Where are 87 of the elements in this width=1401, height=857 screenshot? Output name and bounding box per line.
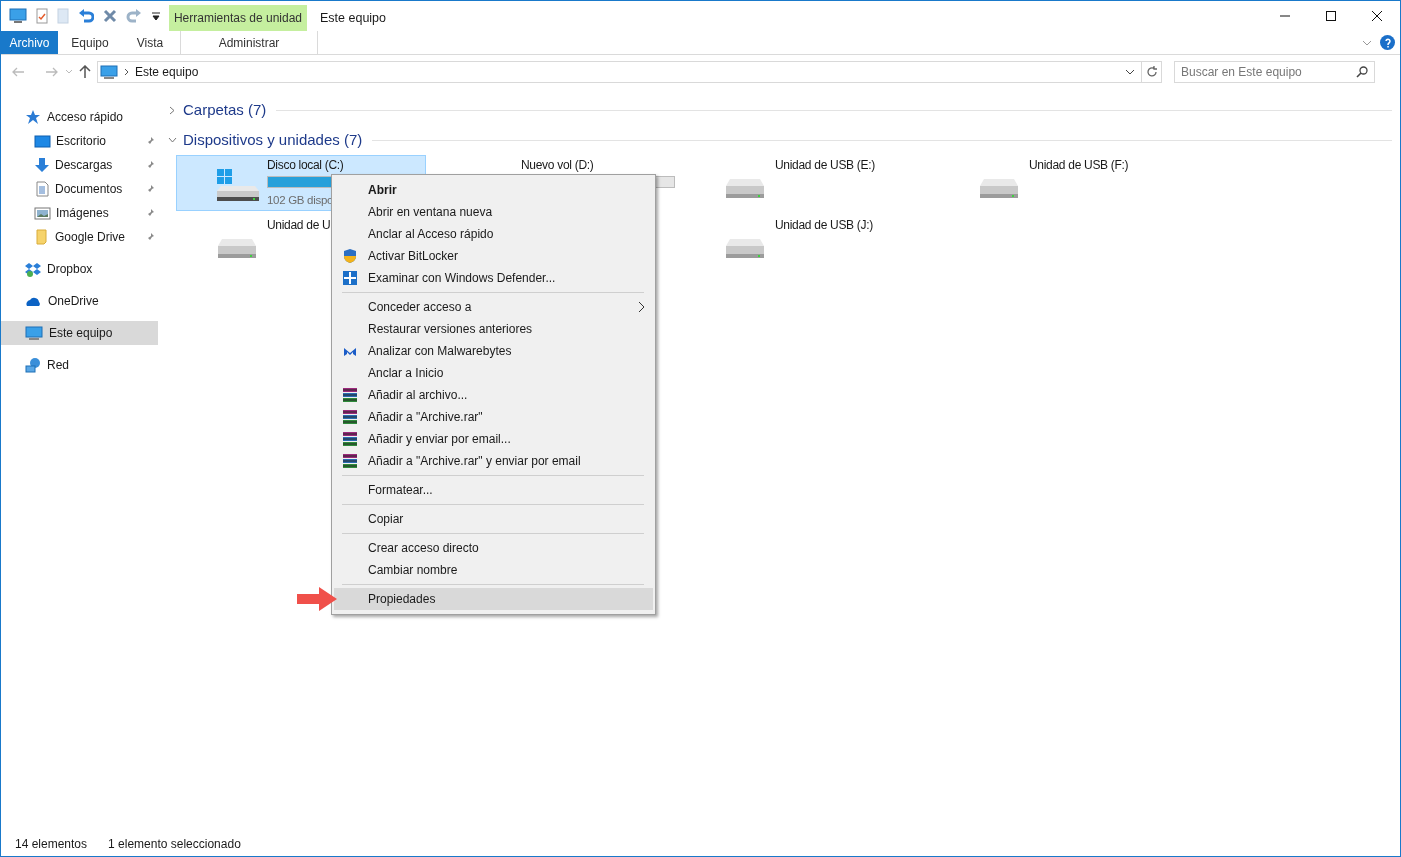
drive-name: Unidad de U [267,219,331,232]
customize-caret-icon [151,11,161,21]
expanded-chevron-icon [168,135,177,145]
menu-item[interactable]: Propiedades [334,588,653,610]
checklist-icon [36,8,48,24]
address-path: Este equipo [135,64,199,81]
sidebar-item[interactable]: Dropbox [1,257,158,281]
sidebar-item[interactable]: Este equipo [1,321,158,345]
drive-tile[interactable]: Unidad de USB (J:) [684,215,934,271]
image-icon [34,205,51,221]
network-icon [25,357,41,373]
blank-page-icon [57,8,69,24]
back-arrow-icon [11,66,25,78]
breadcrumb-chevron-icon [124,68,129,76]
sidebar-item[interactable]: Descargas [1,153,158,177]
menu-item[interactable]: Cambiar nombre [334,559,653,581]
maximize-icon [1325,10,1337,22]
item-count: 14 elementos [15,836,88,853]
up-arrow-icon [79,65,91,79]
drive-name: Unidad de USB (J:) [775,219,873,232]
drive-name: Unidad de USB (F:) [1029,159,1129,172]
menu-item[interactable]: Formatear... [334,479,653,501]
window-title: Este equipo [319,10,387,27]
ribbon-tab[interactable]: Vista [122,31,178,54]
drive-name: Disco local (C:) [267,159,344,172]
history-caret-icon [65,69,73,75]
document-icon [34,181,50,197]
down-arrow-icon [34,157,50,173]
shield-icon [342,248,358,264]
folder-icon [34,229,50,245]
books-stack-icon [342,453,358,469]
books-stack-icon [342,431,358,447]
forward-arrow-icon [45,66,59,78]
undo-icon [78,8,94,24]
books-stack-icon [342,387,358,403]
address-field[interactable]: Este equipo [97,61,1162,83]
dropdown-caret-icon [1125,69,1135,75]
menu-item[interactable]: Analizar con Malwarebytes [334,340,653,362]
menu-item[interactable]: Restaurar versiones anteriores [334,318,653,340]
computer-icon [9,8,27,24]
books-stack-icon [342,409,358,425]
drive-tile[interactable]: Unidad de USB (E:) [684,155,934,211]
sidebar-item[interactable]: Documentos [1,177,158,201]
menu-item[interactable]: Añadir a "Archive.rar" [334,406,653,428]
expand-ribbon-icon [1362,39,1372,46]
help-button[interactable] [1380,35,1395,50]
menu-item[interactable]: Copiar [334,508,653,530]
ribbon-tab[interactable]: Archivo [1,31,58,54]
search-field[interactable]: Buscar en Este equipo [1174,61,1375,83]
selection-count: 1 elemento seleccionado [108,836,241,853]
redo-icon [126,8,142,24]
drive-name: Nuevo vol (D:) [521,159,594,172]
desktop-icon [34,133,51,149]
delete-icon [103,9,117,23]
sidebar-item[interactable]: Imágenes [1,201,158,225]
shield-square-icon [342,270,358,286]
menu-item[interactable]: Conceder acceso a [334,296,653,318]
section-header[interactable]: Dispositivos y unidades (7) [168,128,363,152]
menu-item[interactable]: Anclar al Acceso rápido [334,223,653,245]
sidebar-item[interactable]: Red [1,353,158,377]
sidebar-item[interactable]: Escritorio [1,129,158,153]
star-icon [25,109,41,125]
menu-item[interactable]: Examinar con Windows Defender... [334,267,653,289]
ribbon-tab[interactable]: Administrar [180,31,318,54]
menu-item[interactable]: Añadir a "Archive.rar" y enviar por email [334,450,653,472]
computer-icon [100,64,118,80]
ribbon-tab[interactable]: Equipo [58,31,122,54]
sidebar-item[interactable]: Google Drive [1,225,158,249]
section-header[interactable]: Carpetas (7) [168,98,267,122]
drive-tile[interactable]: Unidad de USB (F:) [938,155,1188,211]
menu-item[interactable]: Anclar a Inicio [334,362,653,384]
sidebar-item[interactable]: Acceso rápido [1,105,158,129]
search-icon [1356,66,1368,78]
sidebar-item[interactable]: OneDrive [1,289,158,313]
dropbox-style-icon [25,261,41,277]
system-drive-icon [215,169,261,203]
close-icon [1371,10,1383,22]
menu-item[interactable]: Crear acceso directo [334,537,653,559]
menu-item[interactable]: Activar BitLocker [334,245,653,267]
drive-name: Unidad de USB (E:) [775,159,875,172]
collapsed-chevron-icon [168,105,177,115]
menu-item[interactable]: Añadir y enviar por email... [334,428,653,450]
menu-item[interactable]: Añadir al archivo... [334,384,653,406]
refresh-icon [1145,66,1158,78]
contextual-tab-label: Herramientas de unidad [169,5,307,31]
computer-icon [25,325,43,341]
question-mark-icon [1383,37,1392,48]
